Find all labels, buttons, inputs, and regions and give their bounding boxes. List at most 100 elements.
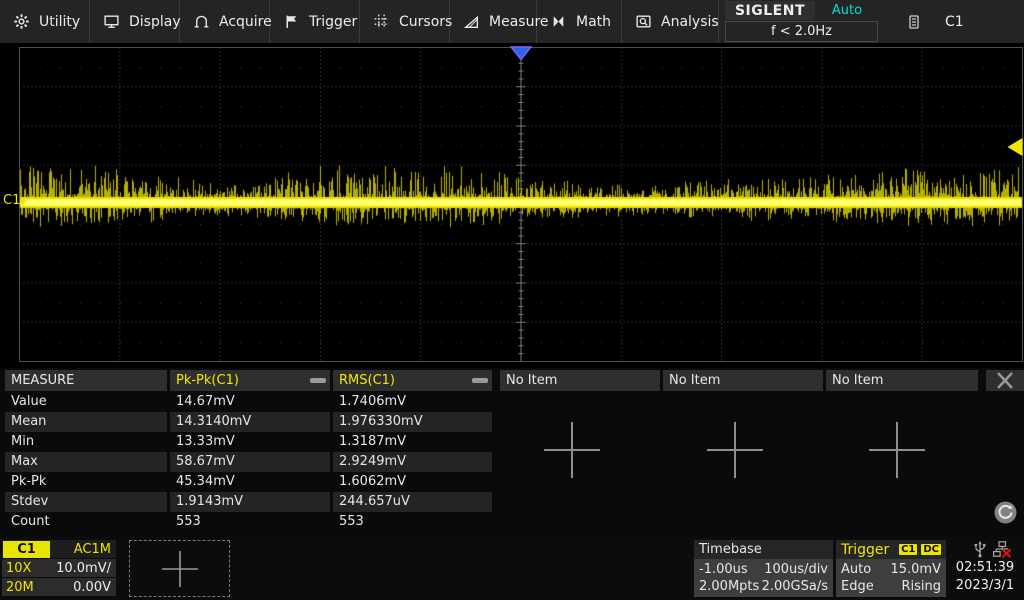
plus-icon: [707, 422, 763, 478]
channel-selector-label: C1: [945, 14, 964, 30]
timebase-delay: -1.00us: [699, 562, 748, 577]
measure-value: 553: [333, 512, 492, 532]
add-measure-slot-2-button[interactable]: [707, 422, 763, 478]
measure-table: Value14.67mV1.7406mVMean14.3140mV1.97633…: [5, 392, 492, 532]
timebase-memory-depth: 2.00Mpts: [699, 579, 759, 594]
oscilloscope-ui: UtilityDisplayAcquireTriggerCursorsMeasu…: [0, 0, 1024, 600]
siglent-logo: SIGLENT: [725, 1, 815, 20]
trigger-type: Edge: [841, 579, 874, 594]
top-menu-bar: UtilityDisplayAcquireTriggerCursorsMeasu…: [0, 0, 1024, 43]
lan-disconnected-icon: [993, 541, 1012, 558]
measure-row-label: Max: [5, 452, 167, 472]
measure-row-mean: Mean14.3140mV1.976330mV: [5, 412, 492, 432]
math-icon: [550, 13, 567, 30]
trigger-panel[interactable]: Trigger C1 DC Auto 15.0mV Edge Rising: [836, 540, 946, 597]
measure-row-label: Count: [5, 512, 167, 532]
trigger-coupling-badge: DC: [921, 544, 941, 555]
channel1-bandwidth: 20M: [2, 580, 34, 595]
measure-panel: MEASURE Pk-Pk(C1) RMS(C1) No Item No Ite…: [0, 368, 1024, 537]
measure-row-label: Mean: [5, 412, 167, 432]
add-measure-slot-3-button[interactable]: [869, 422, 925, 478]
display-icon: [103, 13, 120, 30]
measure-row-label: Stdev: [5, 492, 167, 512]
clock-time: 02:51:39: [956, 559, 1014, 577]
add-channel-button[interactable]: [129, 540, 230, 597]
measure-column-empty-3[interactable]: No Item: [826, 370, 978, 391]
measure-value: 244.657uV: [333, 492, 492, 512]
measure-row-max: Max58.67mV2.9249mV: [5, 452, 492, 472]
add-measure-slot-1-button[interactable]: [544, 422, 600, 478]
measure-value: 2.9249mV: [333, 452, 492, 472]
cursors-icon: [373, 13, 390, 30]
timebase-sample-rate: 2.00GSa/s: [762, 579, 828, 594]
gear-icon: [13, 13, 30, 30]
channel1-marker-label: C1: [3, 193, 20, 208]
measure-row-stdev: Stdev1.9143mV244.657uV: [5, 492, 492, 512]
measure-value: 13.33mV: [170, 432, 330, 452]
measure-value: 1.976330mV: [333, 412, 492, 432]
measure-column-empty-1[interactable]: No Item: [500, 370, 660, 391]
menu-item-trigger[interactable]: Trigger: [270, 0, 360, 43]
flag-icon: [283, 13, 300, 30]
measure-value: 553: [170, 512, 330, 532]
measure-value: 1.7406mV: [333, 392, 492, 412]
menu-item-measure[interactable]: Measure: [450, 0, 537, 43]
measure-value: 14.67mV: [170, 392, 330, 412]
measure-column-empty-2[interactable]: No Item: [663, 370, 823, 391]
menu-item-label: Analysis: [661, 14, 733, 30]
close-measure-panel-button[interactable]: [986, 370, 1024, 391]
menu-items: UtilityDisplayAcquireTriggerCursorsMeasu…: [0, 0, 719, 43]
bottom-bar: C1 AC1M 10X 10.0mV/ 20M 0.00V Timebase: [0, 537, 1024, 600]
measure-panel-title: MEASURE: [5, 370, 167, 391]
menu-item-utility[interactable]: Utility: [0, 0, 90, 43]
measure-value: 45.34mV: [170, 472, 330, 492]
channel1-volts-per-div: 10.0mV/: [56, 561, 116, 576]
measure-row-min: Min13.33mV1.3187mV: [5, 432, 492, 452]
channel1-info-box[interactable]: C1 AC1M 10X 10.0mV/ 20M 0.00V: [2, 540, 116, 597]
analysis-icon: [635, 13, 652, 30]
measure-value: 58.67mV: [170, 452, 330, 472]
measure-icon: [463, 13, 480, 30]
plus-icon: [869, 422, 925, 478]
menu-item-cursors[interactable]: Cursors: [360, 0, 450, 43]
status-box: 02:51:39 2023/3/1: [948, 540, 1022, 597]
trigger-source-badge: C1: [899, 544, 917, 555]
measure-row-pk-pk: Pk-Pk45.34mV1.6062mV: [5, 472, 492, 492]
menu-item-label: Utility: [39, 14, 94, 30]
channel1-coupling: AC1M: [74, 542, 116, 557]
remove-measure-rms-button[interactable]: [472, 378, 488, 383]
remove-measure-pkpk-button[interactable]: [310, 378, 326, 383]
waveform-screen[interactable]: C1: [0, 43, 1024, 368]
timebase-scale: 100us/div: [764, 562, 828, 577]
reset-statistics-button[interactable]: [994, 501, 1017, 524]
menu-item-math[interactable]: Math: [537, 0, 622, 43]
timebase-panel[interactable]: Timebase -1.00us 100us/div 2.00Mpts 2.00…: [694, 540, 833, 597]
measure-column-pkpk[interactable]: Pk-Pk(C1): [170, 370, 330, 391]
trigger-level: 15.0mV: [890, 562, 941, 577]
acquisition-mode-indicator: Auto: [816, 1, 878, 20]
trigger-mode: Auto: [841, 562, 871, 577]
clock-date: 2023/3/1: [956, 577, 1014, 595]
logo-block: SIGLENT Auto f < 2.0Hz: [725, 0, 878, 43]
timebase-title: Timebase: [699, 542, 762, 557]
measure-value: 1.6062mV: [333, 472, 492, 492]
trigger-title: Trigger: [841, 542, 889, 558]
measure-row-label: Min: [5, 432, 167, 452]
measure-column-rms[interactable]: RMS(C1): [333, 370, 492, 391]
acquire-icon: [193, 13, 210, 30]
channel1-attenuation: 10X: [2, 561, 31, 576]
close-icon: [990, 371, 1020, 390]
menu-item-analysis[interactable]: Analysis: [622, 0, 719, 43]
channel1-offset: 0.00V: [73, 580, 116, 595]
measure-row-value: Value14.67mV1.7406mV: [5, 392, 492, 412]
trigger-slope: Rising: [901, 579, 941, 594]
measure-row-label: Value: [5, 392, 167, 412]
menu-item-acquire[interactable]: Acquire: [180, 0, 270, 43]
measure-value: 14.3140mV: [170, 412, 330, 432]
menu-item-label: Math: [576, 14, 625, 30]
channel-selector[interactable]: C1: [906, 0, 964, 43]
menu-item-display[interactable]: Display: [90, 0, 180, 43]
channel1-position-marker[interactable]: C1: [3, 193, 27, 208]
channel1-badge[interactable]: C1: [3, 541, 50, 558]
plus-icon: [544, 422, 600, 478]
